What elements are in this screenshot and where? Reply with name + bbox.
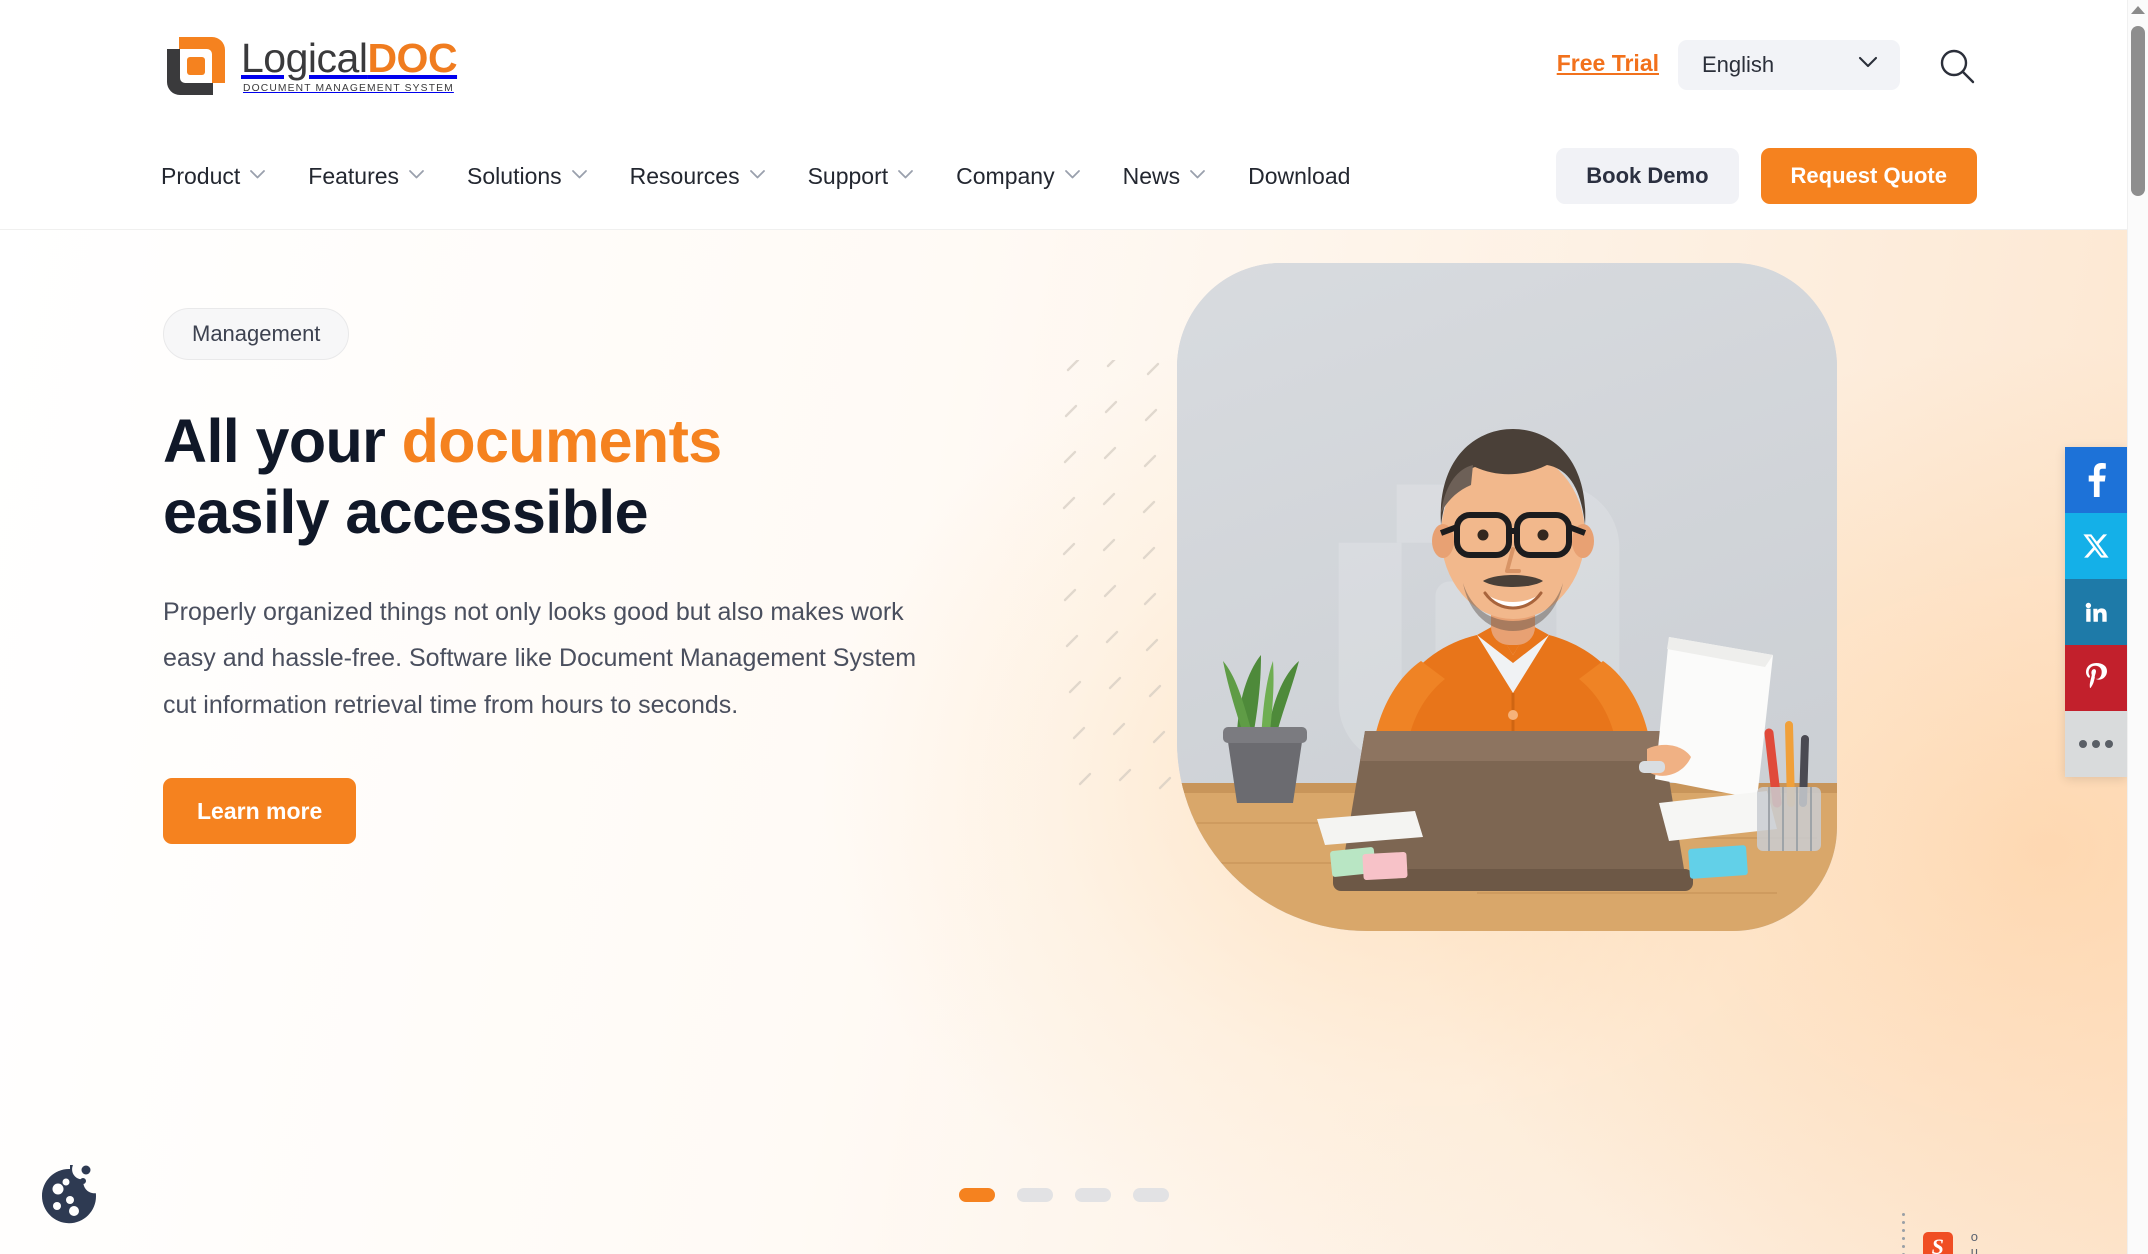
linkedin-share-icon[interactable] (2065, 579, 2127, 645)
hero-headline-line2: easily accessible (163, 478, 649, 547)
chevron-down-icon (749, 167, 766, 185)
nav-item-label: Features (308, 162, 400, 189)
site-logo[interactable]: LogicalDOC DOCUMENT MANAGEMENT SYSTEM (165, 35, 458, 97)
nav-item-label: Product (161, 162, 241, 189)
chevron-down-icon (1858, 56, 1878, 74)
carousel-dots (958, 1188, 1169, 1202)
nav-item-label: Support (807, 162, 889, 189)
nav-item-label: News (1122, 162, 1181, 189)
logo-tagline: DOCUMENT MANAGEMENT SYSTEM (243, 83, 454, 94)
cookie-icon (42, 1165, 96, 1224)
hero-illustration (1040, 240, 2040, 940)
plant (1223, 655, 1307, 803)
hero-photo (1177, 263, 1837, 931)
pencil-cup (1757, 721, 1821, 851)
hero-headline-line1: All your documents (163, 407, 722, 475)
shareaholic-widget-icon[interactable]: S (1922, 1232, 1953, 1254)
hero-body-text: Properly organized things not only looks… (163, 597, 917, 719)
nav-item-features[interactable]: Features (308, 163, 425, 190)
nav-item-product[interactable]: Product (161, 163, 266, 190)
bottom-right-widgets: S ou (1901, 1213, 1978, 1254)
free-trial-link[interactable]: Free Trial (1557, 50, 1659, 77)
carousel-dot-4[interactable] (1132, 1188, 1169, 1202)
nav-item-label: Resources (629, 162, 740, 189)
nav-item-support[interactable]: Support (808, 163, 915, 190)
nav-item-label: Company (956, 162, 1055, 189)
book-demo-button[interactable]: Book Demo (1556, 148, 1739, 204)
top-header-bar: LogicalDOC DOCUMENT MANAGEMENT SYSTEM Fr… (0, 0, 2127, 122)
nav-item-solutions[interactable]: Solutions (467, 163, 588, 190)
widget-oo-icon[interactable]: ou (1971, 1230, 1978, 1254)
x-twitter-share-icon[interactable] (2065, 513, 2127, 579)
social-share-rail (2065, 447, 2127, 777)
chevron-down-icon (897, 167, 914, 185)
request-quote-button[interactable]: Request Quote (1760, 148, 1977, 204)
hero-headline-text-a: All your (163, 407, 402, 475)
logo-word-secondary: DOC (367, 35, 458, 81)
drag-handle-dots-icon[interactable] (1901, 1213, 1905, 1254)
hero-text-column: Management All your documents easily acc… (163, 308, 953, 845)
chevron-down-icon (571, 167, 588, 185)
logicaldoc-logo-icon (165, 35, 227, 97)
chevron-down-icon (1064, 167, 1081, 185)
hero-category-badge: Management (163, 308, 350, 360)
learn-more-button[interactable]: Learn more (163, 778, 357, 845)
nav-menu: Product Features Solutions Resources Sup… (161, 122, 1392, 230)
more-share-options-icon[interactable] (2065, 711, 2127, 777)
cookie-settings-button[interactable] (30, 1156, 106, 1232)
chevron-down-icon (1189, 167, 1206, 185)
facebook-share-icon[interactable] (2065, 447, 2127, 513)
hero-scene-illustration (1177, 429, 1837, 931)
language-selector[interactable]: English (1678, 40, 1900, 90)
logo-word-primary: Logical (241, 35, 368, 81)
scrollbar-up-arrow[interactable] (2131, 6, 2145, 14)
chevron-down-icon (249, 167, 266, 185)
nav-item-resources[interactable]: Resources (630, 163, 766, 190)
main-navigation-bar: Product Features Solutions Resources Sup… (0, 122, 2127, 230)
carousel-dot-3[interactable] (1074, 1188, 1111, 1202)
page-scrollbar[interactable] (2127, 0, 2148, 1254)
nav-item-label: Solutions (467, 162, 562, 189)
nav-item-download[interactable]: Download (1248, 163, 1350, 190)
scrollbar-thumb[interactable] (2131, 26, 2145, 196)
nav-item-label: Download (1248, 162, 1351, 189)
page-root: LogicalDOC DOCUMENT MANAGEMENT SYSTEM Fr… (0, 0, 2148, 1254)
nav-cta-group: Book Demo Request Quote (1556, 148, 1977, 204)
hero-section: Management All your documents easily acc… (0, 230, 2127, 1254)
pinterest-share-icon[interactable] (2065, 645, 2127, 711)
language-selector-value: English (1702, 52, 1775, 77)
chevron-down-icon (408, 167, 425, 185)
carousel-dot-1[interactable] (958, 1188, 995, 1202)
nav-item-company[interactable]: Company (956, 163, 1080, 190)
logo-wordmark: LogicalDOC DOCUMENT MANAGEMENT SYSTEM (241, 35, 458, 95)
nav-item-news[interactable]: News (1123, 163, 1207, 190)
hero-headline-accent: documents (401, 407, 723, 475)
hero-headline: All your documents easily accessible (163, 406, 953, 549)
carousel-dot-2[interactable] (1016, 1188, 1053, 1202)
search-icon[interactable] (1937, 46, 1977, 86)
